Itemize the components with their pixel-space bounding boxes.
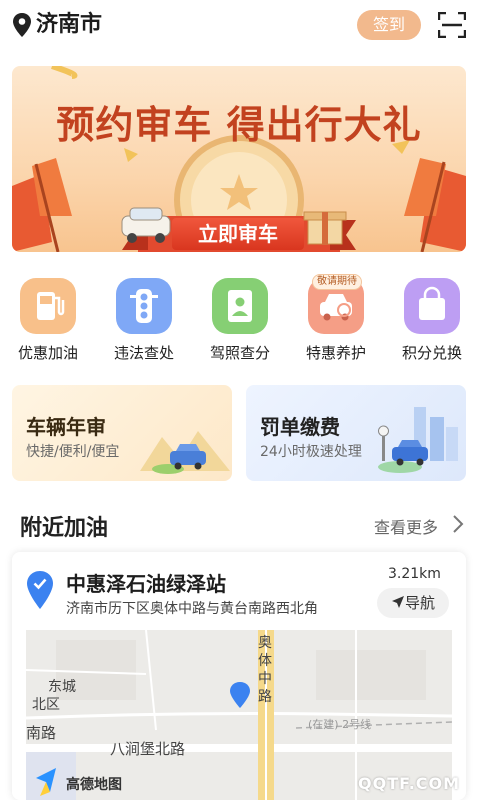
service-label: 特惠养护 bbox=[305, 344, 366, 362]
nearby-fuel-title: 附近加油 bbox=[20, 516, 109, 541]
coming-soon-badge: 敬请期待 bbox=[312, 274, 362, 290]
card-title: 罚单缴费 bbox=[260, 415, 340, 439]
service-points-exchange[interactable]: 积分兑换 bbox=[394, 278, 470, 363]
car-care-icon: 敬请期待 bbox=[308, 274, 364, 334]
station-card[interactable]: 中惠泽石油绿泽站 3.21km 济南市历下区奥体中路与黄台南路西北角 导航 奥体… bbox=[12, 552, 466, 800]
map-road-label-vertical: 奥体中路 bbox=[258, 635, 272, 705]
map-road-label: 南路 bbox=[26, 724, 57, 742]
service-fuel[interactable]: 优惠加油 bbox=[10, 278, 86, 363]
top-bar: 济南市 签到 bbox=[0, 0, 480, 54]
license-icon bbox=[212, 278, 268, 334]
service-label: 优惠加油 bbox=[17, 344, 78, 362]
card-title: 车辆年审 bbox=[26, 415, 106, 439]
fine-payment-card[interactable]: 罚单缴费 24小时极速处理 bbox=[246, 385, 466, 481]
service-label: 积分兑换 bbox=[401, 344, 462, 362]
station-pin-icon bbox=[27, 571, 53, 609]
scan-icon[interactable] bbox=[438, 12, 466, 38]
app-home-screen: 济南市 签到 预约审车 得出行大礼 立即审车 优惠加油 违法查处 驾照查分 敬请… bbox=[0, 0, 480, 800]
map-district-label: 东城 bbox=[48, 679, 76, 695]
location-pin-icon[interactable] bbox=[12, 12, 32, 38]
view-more-link[interactable]: 查看更多 bbox=[374, 514, 438, 538]
navigate-button[interactable]: 导航 bbox=[377, 588, 449, 618]
shopping-bag-icon bbox=[404, 278, 460, 334]
fuel-pump-icon bbox=[20, 278, 76, 334]
watermark: QQTF.COM bbox=[358, 774, 461, 793]
navigation-arrow-icon bbox=[391, 596, 404, 608]
banner-title: 预约审车 得出行大礼 bbox=[56, 102, 422, 147]
city-car-illustration bbox=[378, 407, 458, 473]
car-illustration bbox=[140, 431, 230, 474]
chevron-right-icon[interactable] bbox=[452, 514, 464, 534]
service-label: 驾照查分 bbox=[209, 344, 270, 362]
traffic-light-icon bbox=[116, 278, 172, 334]
service-car-care[interactable]: 敬请期待 特惠养护 bbox=[298, 274, 374, 363]
service-violations[interactable]: 违法查处 bbox=[106, 278, 182, 363]
city-selector[interactable]: 济南市 bbox=[36, 10, 102, 40]
station-address: 济南市历下区奥体中路与黄台南路西北角 bbox=[66, 601, 318, 617]
map-metro-label: (在建) 2号线 bbox=[308, 718, 372, 731]
card-subtitle: 快捷/便利/便宜 bbox=[26, 444, 120, 460]
service-license-points[interactable]: 驾照查分 bbox=[202, 278, 278, 363]
map-district-label: 北区 bbox=[32, 697, 60, 713]
service-label: 违法查处 bbox=[113, 344, 174, 362]
annual-inspection-card[interactable]: 车辆年审 快捷/便利/便宜 bbox=[12, 385, 232, 481]
map-road-label-horizontal: 八涧堡北路 bbox=[110, 740, 186, 758]
checkin-button[interactable]: 签到 bbox=[357, 10, 421, 40]
map-provider-logo: 高德地图 bbox=[66, 777, 122, 793]
card-subtitle: 24小时极速处理 bbox=[260, 444, 362, 460]
inspect-now-button[interactable]: 立即审车 bbox=[172, 218, 304, 250]
station-distance: 3.21km bbox=[388, 566, 441, 582]
navigate-label: 导航 bbox=[404, 594, 435, 612]
station-name: 中惠泽石油绿泽站 bbox=[66, 572, 226, 596]
